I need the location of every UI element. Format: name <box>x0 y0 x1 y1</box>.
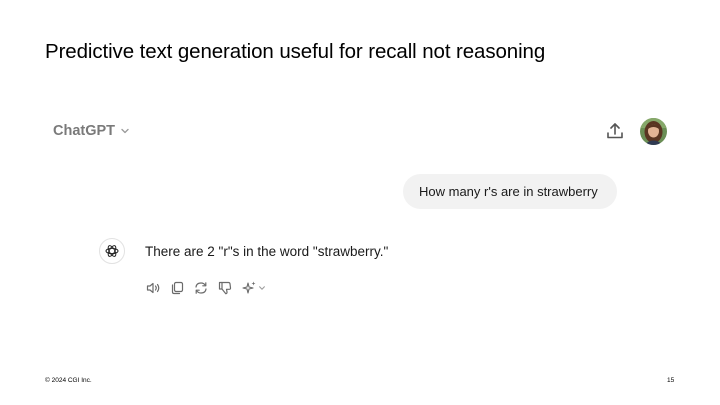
copy-icon[interactable] <box>169 280 185 296</box>
model-name: ChatGPT <box>53 123 116 139</box>
sparkle-icon <box>242 281 256 294</box>
read-aloud-icon[interactable] <box>145 280 161 296</box>
chatgpt-logo-icon <box>99 238 125 264</box>
footer-copyright: © 2024 CGI Inc. <box>45 377 92 384</box>
user-message-bubble: How many r's are in strawberry <box>403 174 617 209</box>
thumbs-down-icon[interactable] <box>217 280 233 296</box>
slide-title: Predictive text generation useful for re… <box>45 40 546 63</box>
chevron-down-icon <box>121 128 129 134</box>
chevron-down-icon <box>259 286 265 290</box>
message-actions <box>145 280 266 296</box>
regenerate-icon[interactable] <box>193 280 209 296</box>
share-upload-icon[interactable] <box>605 121 625 141</box>
user-avatar[interactable] <box>640 118 667 145</box>
model-selector[interactable]: ChatGPT <box>53 123 130 139</box>
model-switch-button[interactable] <box>241 280 266 296</box>
assistant-message: There are 2 "r"s in the word "strawberry… <box>145 244 389 259</box>
page-number: 15 <box>667 377 675 384</box>
